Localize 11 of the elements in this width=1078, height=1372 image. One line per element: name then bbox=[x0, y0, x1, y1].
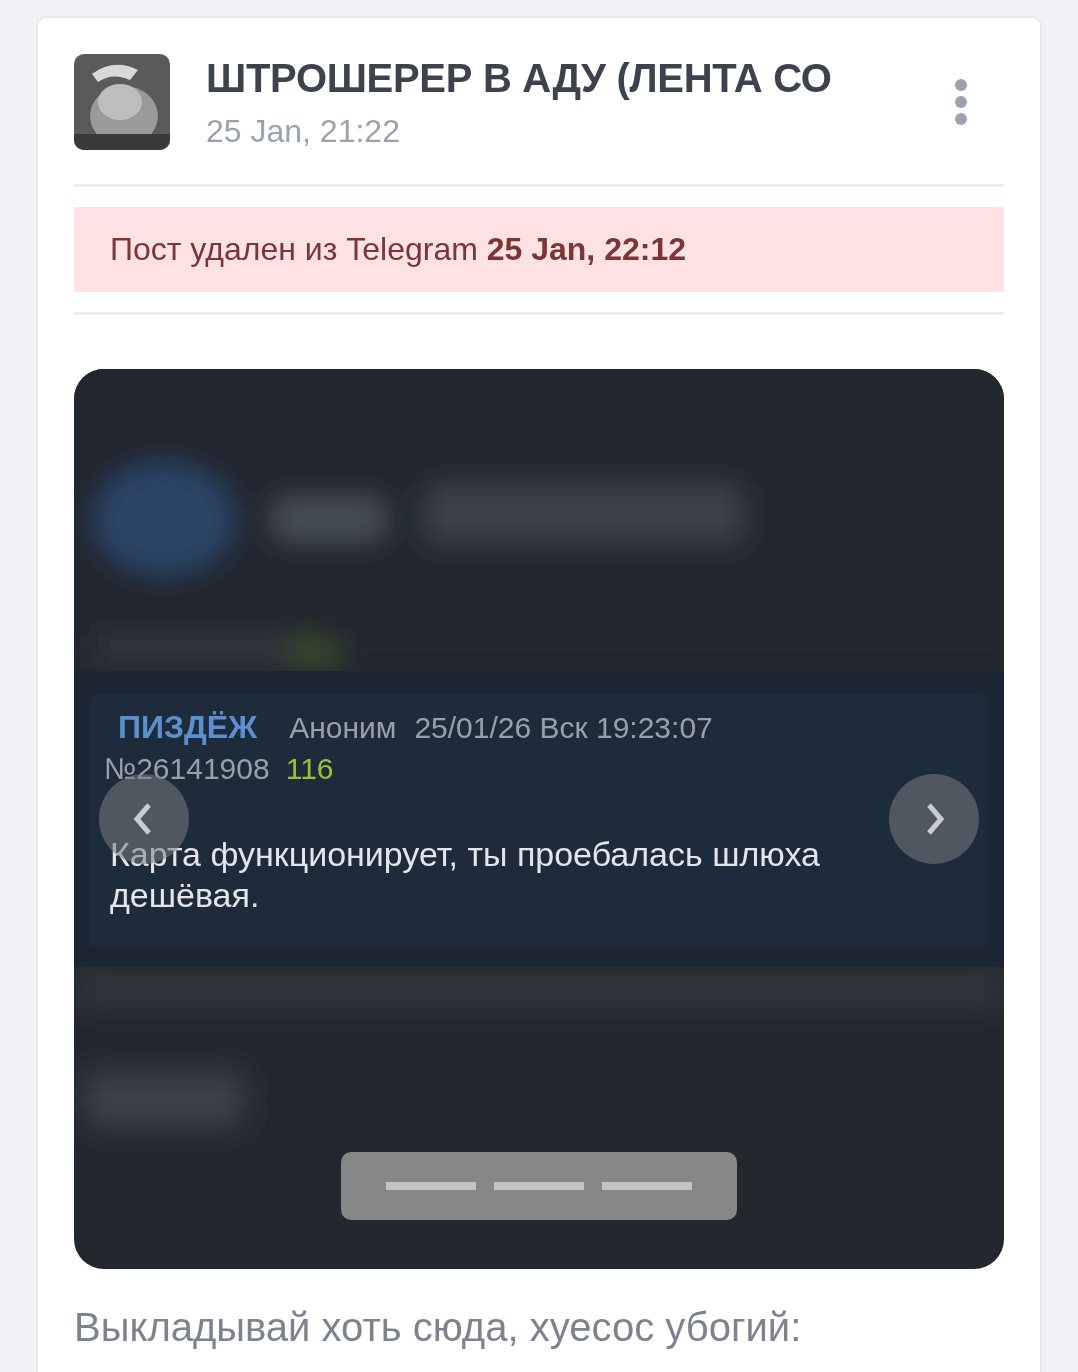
post-timestamp: 25/01/26 Вск 19:23:07 bbox=[414, 711, 713, 745]
author-name: Аноним bbox=[289, 711, 397, 745]
post-text: Выкладывай хоть сюда, хуесос убогий: bbox=[74, 1305, 803, 1350]
post-number: №26141908 bbox=[104, 752, 270, 786]
post-date: 25 Jan, 21:22 bbox=[206, 113, 401, 150]
post-message: Карта функционирует, ты проебалась шлюха дешёвая. bbox=[110, 834, 821, 916]
channel-title[interactable]: ШТРОШЕРЕР В АДУ (ЛЕНТА СО bbox=[206, 56, 918, 101]
reply-count: 116 bbox=[285, 752, 334, 786]
board-tag: ПИЗДЁЖ bbox=[118, 709, 258, 746]
deleted-notice: Пост удален из Telegram 25 Jan, 22:12 bbox=[74, 207, 1004, 292]
more-icon[interactable] bbox=[954, 78, 968, 126]
